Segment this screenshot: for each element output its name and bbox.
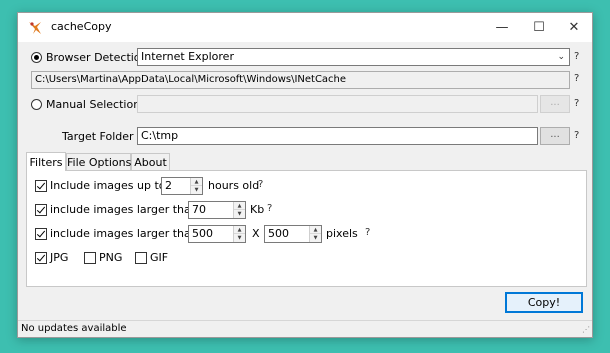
stepper-down-icon[interactable]: ▼ [310, 234, 321, 242]
dimensions-checkbox[interactable] [35, 228, 47, 240]
hours-old-label: Include images up to [50, 179, 166, 192]
resize-grip-icon[interactable]: ⋰ [582, 325, 590, 334]
manual-selection-radio[interactable] [31, 99, 42, 110]
size-kb-checkbox[interactable] [35, 204, 47, 216]
height-value: 500 [268, 227, 289, 240]
cache-path-help[interactable]: ? [574, 73, 579, 84]
app-window: cacheCopy — ☐ ✕ Browser Detection Intern… [17, 12, 593, 338]
minimize-button[interactable]: — [484, 13, 520, 42]
browser-detection-help[interactable]: ? [574, 51, 579, 62]
dimensions-help[interactable]: ? [365, 227, 370, 238]
manual-selection-help[interactable]: ? [574, 98, 579, 109]
tab-file-options[interactable]: File Options [66, 153, 131, 171]
size-kb-help[interactable]: ? [267, 203, 272, 214]
size-kb-unit: Kb [250, 203, 265, 216]
stepper-up-icon[interactable]: ▲ [191, 178, 202, 186]
width-value: 500 [192, 227, 213, 240]
window-title: cacheCopy [51, 20, 112, 33]
dimension-separator: X [252, 227, 260, 240]
gif-label: GIF [150, 251, 169, 264]
hours-old-unit: hours old [208, 179, 260, 192]
jpg-checkbox[interactable] [35, 252, 47, 264]
target-folder-help[interactable]: ? [574, 130, 579, 141]
hours-old-help[interactable]: ? [258, 179, 263, 190]
cache-copy-app-icon [29, 22, 41, 34]
stepper-down-icon[interactable]: ▼ [234, 234, 245, 242]
manual-selection-field[interactable] [137, 95, 538, 113]
target-browse-button[interactable]: ... [540, 127, 570, 145]
size-kb-value: 70 [192, 203, 206, 216]
png-checkbox[interactable] [84, 252, 96, 264]
status-bar: No updates available ⋰ [18, 320, 592, 337]
stepper-up-icon[interactable]: ▲ [234, 202, 245, 210]
width-stepper[interactable]: 500 ▲ ▼ [188, 225, 246, 243]
browser-detection-radio[interactable] [31, 52, 42, 63]
stepper-up-icon[interactable]: ▲ [310, 226, 321, 234]
hours-old-checkbox[interactable] [35, 180, 47, 192]
browser-select-value: Internet Explorer [141, 50, 234, 63]
size-kb-label: include images larger than [50, 203, 198, 216]
cache-path-value: C:\Users\Martina\AppData\Local\Microsoft… [35, 74, 347, 85]
stepper-down-icon[interactable]: ▼ [191, 186, 202, 194]
stepper-down-icon[interactable]: ▼ [234, 210, 245, 218]
gif-checkbox[interactable] [135, 252, 147, 264]
size-kb-stepper[interactable]: 70 ▲ ▼ [188, 201, 246, 219]
stepper-up-icon[interactable]: ▲ [234, 226, 245, 234]
dimensions-label: include images larger than [50, 227, 198, 240]
filters-panel: Include images up to 2 ▲ ▼ hours old ? in… [26, 170, 587, 287]
dimensions-unit: pixels [326, 227, 358, 240]
hours-old-stepper[interactable]: 2 ▲ ▼ [161, 177, 203, 195]
png-label: PNG [99, 251, 123, 264]
maximize-button[interactable]: ☐ [521, 13, 557, 42]
close-button[interactable]: ✕ [556, 13, 592, 42]
browser-detection-label: Browser Detection [46, 51, 148, 64]
target-folder-value: C:\tmp [141, 129, 179, 142]
browser-select[interactable]: Internet Explorer ⌄ [137, 48, 570, 66]
cache-path-field: C:\Users\Martina\AppData\Local\Microsoft… [31, 71, 570, 89]
title-bar: cacheCopy — ☐ ✕ [18, 13, 592, 42]
manual-selection-label: Manual Selection [46, 98, 141, 111]
copy-button[interactable]: Copy! [505, 292, 583, 313]
status-text: No updates available [21, 323, 127, 334]
tab-filters[interactable]: Filters [26, 152, 66, 171]
height-stepper[interactable]: 500 ▲ ▼ [264, 225, 322, 243]
target-folder-field[interactable]: C:\tmp [137, 127, 538, 145]
jpg-label: JPG [50, 251, 69, 264]
manual-browse-button[interactable]: ... [540, 95, 570, 113]
chevron-down-icon: ⌄ [557, 52, 565, 62]
hours-old-value: 2 [165, 179, 172, 192]
tab-about[interactable]: About [131, 153, 170, 171]
target-folder-label: Target Folder [62, 130, 134, 143]
